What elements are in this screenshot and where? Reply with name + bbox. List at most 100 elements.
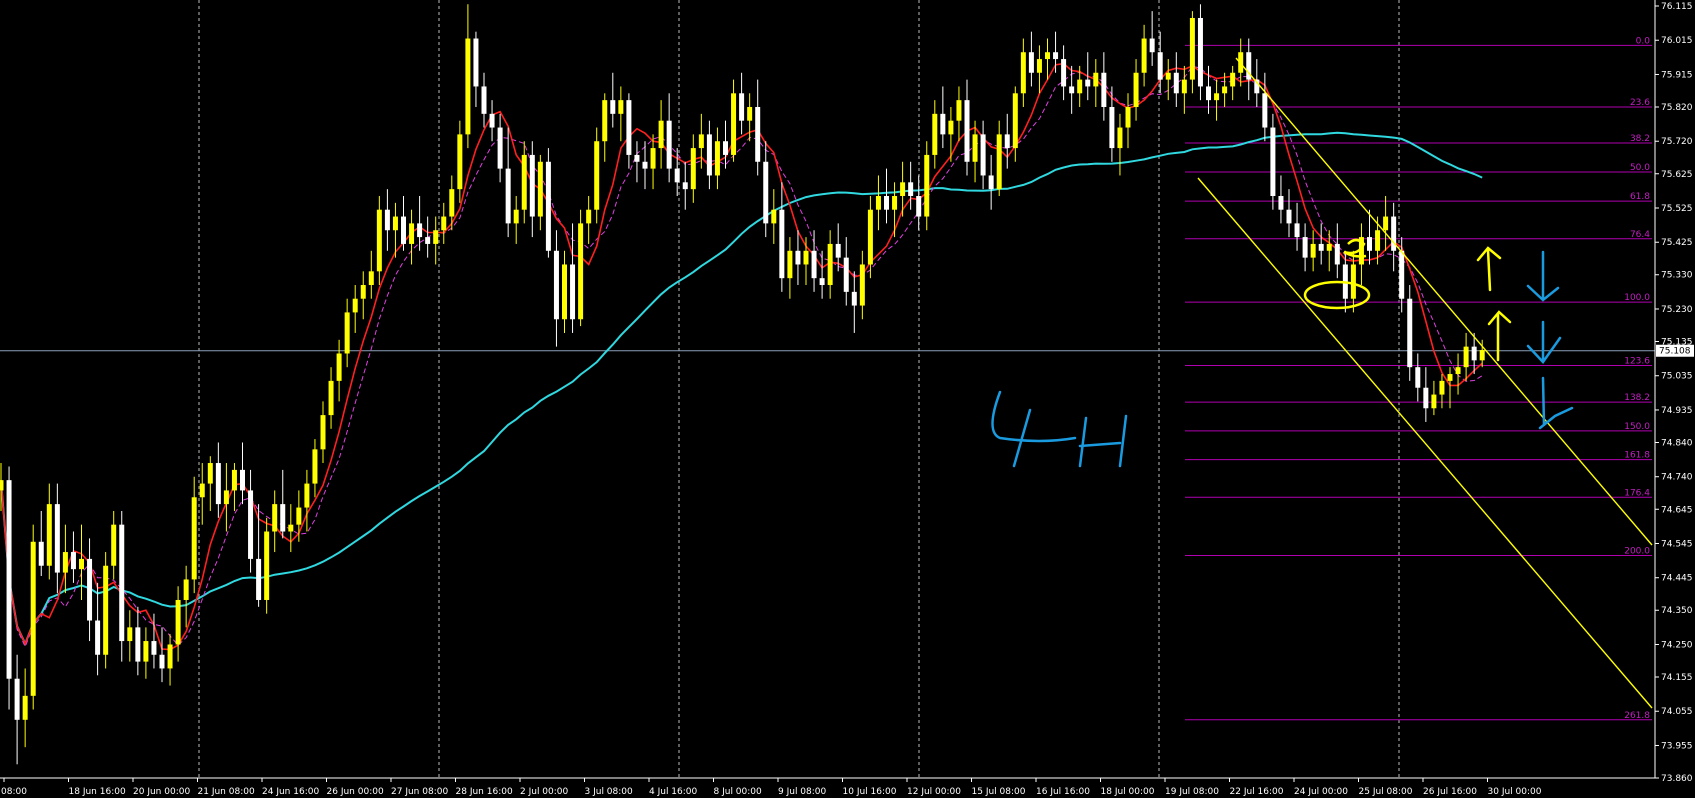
fib-level-label: 50.0 (1630, 163, 1650, 173)
candle-body (1109, 106, 1115, 149)
candle-body (932, 113, 938, 155)
moving-averages (0, 62, 1483, 651)
candle-body (328, 380, 334, 416)
candle-body (1069, 86, 1075, 94)
candle-body (1439, 380, 1445, 395)
candle-body (1423, 387, 1429, 409)
candle-body (288, 524, 294, 532)
candle-body (1206, 86, 1211, 101)
candle-body (248, 490, 254, 559)
candle-body (1085, 79, 1091, 87)
candle-body (827, 243, 833, 286)
time-tick-label: 2 Jul 00:00 (520, 787, 569, 797)
candle-body (739, 93, 745, 121)
candle-body (602, 100, 608, 142)
fib-level-label: 23.6 (1630, 98, 1650, 108)
candle-body (916, 196, 922, 217)
candle-body (811, 250, 817, 279)
candle-body (964, 100, 970, 162)
candle-body (473, 38, 479, 87)
time-tick-label: 25 Jul 08:00 (1359, 787, 1413, 797)
candle-body (1189, 17, 1195, 80)
candle-body (256, 558, 262, 600)
candle-body (505, 168, 511, 224)
price-tick-label: 75.330 (1661, 271, 1693, 281)
candle-body (6, 480, 12, 679)
price-tick-label: 76.015 (1661, 36, 1693, 46)
candle-body (1117, 127, 1123, 149)
candle-body (280, 504, 286, 532)
candle-body (1004, 134, 1010, 149)
fib-level-label: 261.8 (1624, 711, 1650, 721)
price-tick-label: 76.115 (1661, 2, 1693, 12)
candle-body (312, 449, 318, 484)
candle-body (30, 541, 36, 696)
candle-body (1061, 59, 1067, 87)
candle-body (1214, 93, 1220, 101)
candle-body (642, 161, 648, 169)
candle-body (87, 558, 93, 621)
candle-body (151, 641, 157, 655)
candle-body (594, 141, 600, 210)
candle-body (433, 230, 439, 244)
candle-body (70, 552, 76, 570)
ma-dashed-magenta (0, 65, 1483, 648)
candle-body (1431, 394, 1437, 409)
candle-body (119, 524, 125, 642)
candle-body (956, 100, 962, 121)
hand-annotations (991, 238, 1574, 468)
candle-body (1230, 72, 1236, 87)
down-arrow-icon (1538, 376, 1574, 430)
price-tick-label: 73.860 (1661, 774, 1693, 784)
down-arrow-icon (1526, 250, 1560, 302)
price-tick-label: 75.820 (1661, 103, 1693, 113)
candle-body (795, 250, 801, 265)
price-tick-label: 75.525 (1661, 204, 1693, 214)
candle-body (207, 463, 213, 484)
time-tick-label: 3 Jul 08:00 (585, 787, 634, 797)
candle-body (908, 182, 914, 197)
candle-body (457, 134, 463, 190)
candle-body (755, 106, 761, 162)
candle-body (1125, 106, 1131, 128)
candle-body (553, 250, 559, 320)
price-tick-label: 74.645 (1661, 505, 1693, 515)
time-tick-label: 15 Jul 08:00 (972, 787, 1026, 797)
down-arrow-icon (1526, 320, 1562, 364)
price-tick-label: 75.915 (1661, 70, 1693, 80)
candle-body (1334, 243, 1340, 265)
candle-body (1318, 243, 1324, 251)
time-tick-label: 4 Jul 16:00 (649, 787, 698, 797)
candle-body (183, 579, 189, 600)
candle-body (859, 264, 865, 306)
candle-body (1399, 250, 1405, 299)
candle-body (634, 154, 640, 162)
candle-body (948, 120, 954, 135)
candle-body (529, 154, 535, 217)
time-tick-label: 21 Jun 08:00 (198, 787, 255, 797)
candle-body (972, 134, 978, 162)
fib-level-label: 150.0 (1624, 422, 1650, 432)
fib-level-label: 200.0 (1624, 546, 1650, 556)
candle-body (626, 100, 632, 155)
candle-body (384, 209, 390, 231)
candle-body (1270, 127, 1276, 197)
time-tick-label: 12 Jul 00:00 (907, 787, 961, 797)
price-tick-label: 74.840 (1661, 438, 1693, 448)
candle-body (1141, 38, 1147, 73)
candle-body (1157, 52, 1163, 80)
candle-body (884, 196, 889, 210)
candle-body (763, 161, 769, 224)
candle-body (1173, 72, 1179, 94)
time-tick-label: 18 Jun 16:00 (69, 787, 126, 797)
candle-body (1093, 72, 1099, 87)
candle-body (562, 264, 567, 320)
candle-body (698, 134, 704, 149)
handwritten-timeframe-stroke (1012, 408, 1032, 468)
candle-body (62, 552, 68, 573)
candle-body (1028, 52, 1034, 73)
price-chart[interactable]: 0.0 23.6 38.2 50.0 61.8 76.4 100.0 123.6 138.2 15… (0, 0, 1695, 798)
candle-body (54, 504, 60, 573)
candle-body (1455, 367, 1461, 375)
candle-body (666, 120, 672, 169)
